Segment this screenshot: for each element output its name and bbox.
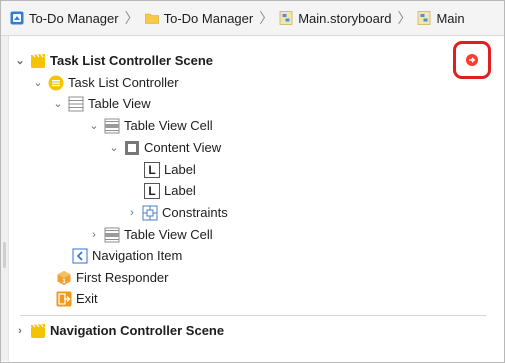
scene-icon bbox=[31, 323, 45, 338]
scene-icon bbox=[31, 53, 45, 68]
storyboard-icon bbox=[279, 11, 293, 25]
outline-label: Label bbox=[164, 162, 196, 177]
go-to-scene-button[interactable] bbox=[466, 54, 478, 66]
outline-item-table-view-cell[interactable]: ⌄ Table View Cell bbox=[88, 115, 213, 136]
chevron-down-icon[interactable]: ⌄ bbox=[32, 77, 44, 89]
view-icon bbox=[125, 140, 139, 155]
outline-label: Table View Cell bbox=[124, 227, 213, 242]
breadcrumb-label: To-Do Manager bbox=[163, 10, 254, 26]
folder-icon bbox=[144, 13, 159, 24]
outline-label: Content View bbox=[144, 140, 222, 155]
label-icon: L bbox=[144, 182, 160, 199]
outline-item-task-scene[interactable]: ⌄ Task List Controller Scene bbox=[14, 50, 213, 71]
breadcrumb-item-storyboard[interactable]: Main.storyboard bbox=[279, 11, 391, 26]
outline-label: Label bbox=[164, 183, 196, 198]
outline-label: First Responder bbox=[76, 270, 169, 285]
chevron-right-icon[interactable]: › bbox=[88, 229, 100, 241]
outline-label: Task List Controller bbox=[68, 75, 179, 90]
outline-label: Constraints bbox=[162, 205, 228, 220]
breadcrumb-item-main[interactable]: Main bbox=[417, 10, 465, 26]
document-outline: ⌄ Task List Controller Scene ⌄ Task List… bbox=[8, 36, 504, 362]
outline-item-table-view[interactable]: ⌄ Table View bbox=[52, 93, 151, 114]
outline-item-navigation-item[interactable]: Navigation Item bbox=[72, 245, 182, 266]
first-responder-icon: 1 bbox=[57, 270, 71, 285]
breadcrumb-item-folder[interactable]: To-Do Manager bbox=[144, 10, 254, 26]
chevron-right-icon: 〉 bbox=[124, 10, 139, 26]
outline-item-constraints[interactable]: › Constraints bbox=[126, 202, 228, 223]
chevron-right-icon: 〉 bbox=[259, 10, 274, 26]
chevron-down-icon[interactable]: ⌄ bbox=[108, 142, 120, 154]
outline-label: Table View Cell bbox=[124, 118, 213, 133]
breadcrumb-label: Main.storyboard bbox=[298, 10, 392, 26]
highlight-box bbox=[453, 41, 491, 79]
outline-label: Navigation Item bbox=[92, 248, 183, 263]
outline-label: Table View bbox=[88, 96, 151, 111]
outline-label: Exit bbox=[76, 291, 98, 306]
storyboard-icon bbox=[418, 11, 431, 25]
outline-item-task-controller[interactable]: ⌄ Task List Controller bbox=[32, 72, 179, 93]
exit-icon bbox=[56, 291, 72, 306]
outline-item-table-view-cell[interactable]: › Table View Cell bbox=[88, 224, 213, 245]
chevron-right-icon: 〉 bbox=[397, 10, 412, 26]
outline-item-exit[interactable]: Exit bbox=[56, 288, 98, 309]
chevron-down-icon[interactable]: ⌄ bbox=[52, 98, 64, 110]
constraints-icon bbox=[142, 205, 158, 220]
divider bbox=[20, 315, 486, 316]
breadcrumb: To-Do Manager 〉 To-Do Manager 〉 Main.sto… bbox=[1, 1, 504, 36]
table-view-icon bbox=[68, 96, 84, 111]
chevron-right-icon[interactable]: › bbox=[14, 325, 26, 337]
chevron-right-icon[interactable]: › bbox=[126, 207, 138, 219]
outline-item-label[interactable]: L Label bbox=[144, 180, 196, 201]
breadcrumb-label: Main bbox=[436, 10, 465, 26]
navigation-item-icon bbox=[72, 248, 88, 263]
breadcrumb-item-project[interactable]: To-Do Manager bbox=[10, 11, 119, 26]
chevron-down-icon[interactable]: ⌄ bbox=[88, 120, 100, 132]
outline-item-content-view[interactable]: ⌄ Content View bbox=[108, 137, 221, 158]
resize-handle[interactable] bbox=[3, 242, 6, 268]
arrow-right-icon bbox=[469, 57, 476, 63]
breadcrumb-label: To-Do Manager bbox=[29, 10, 119, 26]
outline-item-label[interactable]: L Label bbox=[144, 159, 196, 180]
outline-item-nav-scene[interactable]: › Navigation Controller Scene bbox=[14, 320, 224, 341]
table-view-cell-icon bbox=[104, 118, 120, 133]
outline-label: Navigation Controller Scene bbox=[50, 323, 225, 338]
outline-item-first-responder[interactable]: 1 First Responder bbox=[56, 267, 168, 288]
table-view-cell-icon bbox=[104, 227, 120, 242]
label-icon: L bbox=[144, 161, 160, 178]
view-controller-icon bbox=[48, 75, 64, 90]
chevron-down-icon[interactable]: ⌄ bbox=[14, 55, 26, 67]
outline-label: Task List Controller Scene bbox=[50, 53, 214, 68]
project-icon bbox=[10, 11, 24, 25]
